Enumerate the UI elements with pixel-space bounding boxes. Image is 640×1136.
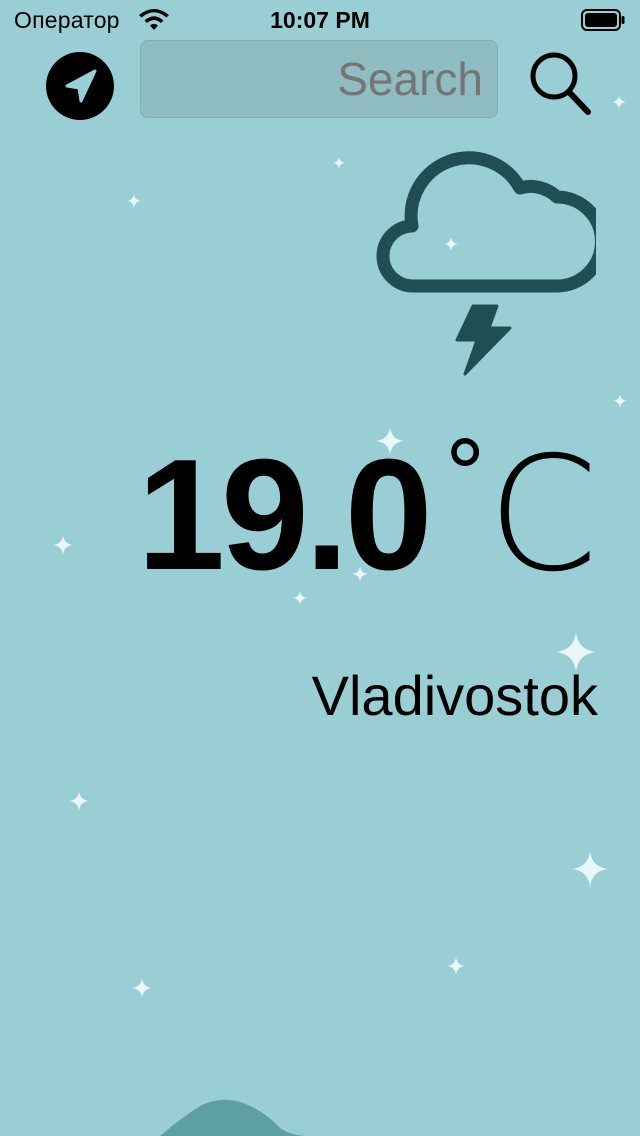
sparkle-icon xyxy=(376,427,404,455)
sparkle-icon xyxy=(556,632,596,672)
sparkle-icon xyxy=(53,535,73,555)
sparkle-icon xyxy=(69,791,89,811)
temperature-display: 19.0 °C xyxy=(0,420,598,610)
temperature-unit: C xyxy=(487,423,598,607)
magnifier-icon[interactable] xyxy=(526,46,596,116)
sparkle-icon xyxy=(612,95,626,109)
battery-icon xyxy=(581,9,625,31)
degree-symbol: ° xyxy=(442,422,488,527)
search-input[interactable] xyxy=(140,40,498,118)
sparkle-icon xyxy=(447,957,465,975)
sparkle-icon xyxy=(352,566,368,582)
location-arrow-icon xyxy=(65,69,97,103)
sparkle-icon xyxy=(613,394,627,408)
sparkle-icon xyxy=(333,157,345,169)
location-button[interactable] xyxy=(46,52,114,120)
status-bar: Оператор 10:07 PM xyxy=(0,0,640,40)
sparkle-icon xyxy=(444,237,458,251)
city-name: Vladivostok xyxy=(311,664,598,727)
sparkle-icon xyxy=(127,194,141,208)
bottom-hill-decoration xyxy=(160,1099,310,1136)
search-bar xyxy=(0,38,640,122)
sparkle-icon xyxy=(293,591,307,605)
sparkle-icon xyxy=(132,978,152,998)
cloud-bolt-icon xyxy=(376,151,596,376)
status-time: 10:07 PM xyxy=(270,7,370,33)
sparkle-icon xyxy=(572,851,608,887)
